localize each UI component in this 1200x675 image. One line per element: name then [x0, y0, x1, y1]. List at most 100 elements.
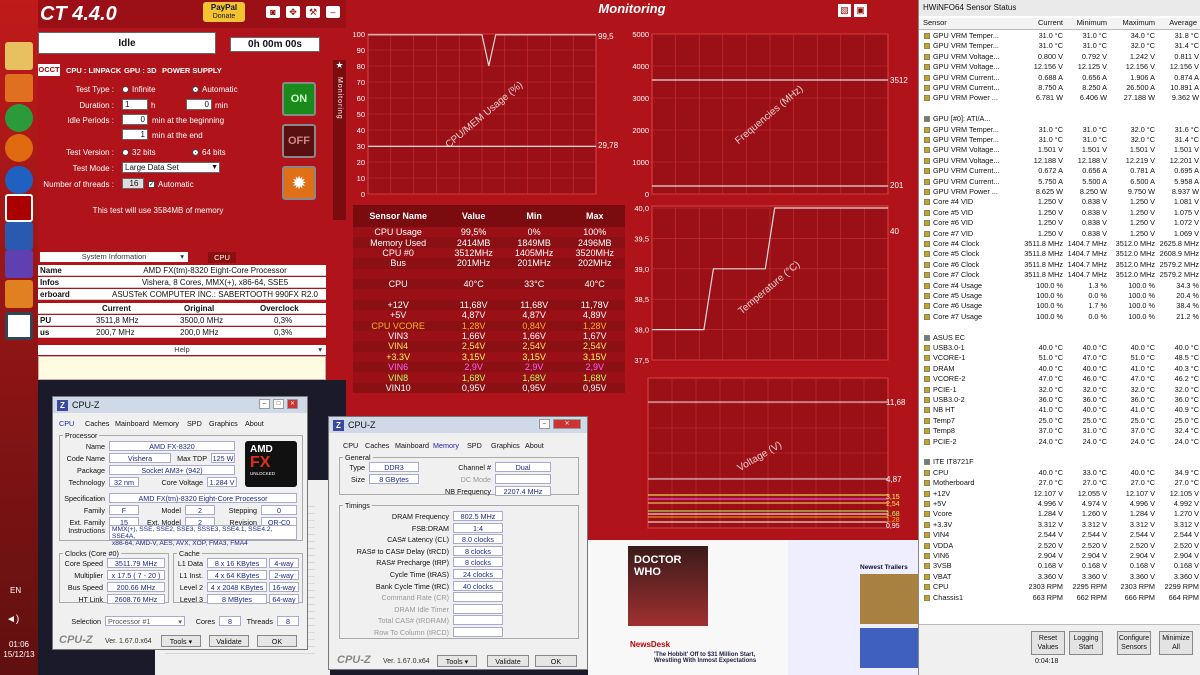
sensor-row[interactable]: +3.3V 3.312 V 3.312 V 3.312 V 3.312 V: [919, 520, 1200, 530]
sensor-row[interactable]: GPU VRM Temper... 31.0 °C 31.0 °C 32.0 °C 31…: [919, 125, 1200, 135]
test-mode-select[interactable]: Large Data Set ▼: [122, 162, 220, 173]
sensor-row[interactable]: GPU VRM Temper... 31.0 °C 31.0 °C 32.0 °C 31…: [919, 41, 1200, 51]
sensor-row[interactable]: GPU VRM Power ... 8.625 W 8.250 W 9.750 W 8.…: [919, 187, 1200, 197]
sensor-row[interactable]: USB3.0-1 40.0 °C 40.0 °C 40.0 °C 40.0 °C: [919, 343, 1200, 353]
col-minimum[interactable]: Minimum: [1065, 18, 1107, 27]
sensor-row[interactable]: VIN6 2.904 V 2.904 V 2.904 V 2.904 V: [919, 551, 1200, 561]
tab-memory[interactable]: Memory: [153, 419, 179, 428]
window-taskbar-icon[interactable]: [5, 312, 33, 340]
validate-button[interactable]: Validate: [209, 635, 249, 647]
sensor-row[interactable]: VDDA 2.520 V 2.520 V 2.520 V 2.520 V: [919, 541, 1200, 551]
cpuz-taskbar-icon[interactable]: [5, 250, 33, 278]
off-button[interactable]: OFF: [282, 124, 316, 158]
tab-mainboard[interactable]: Mainboard: [395, 441, 429, 450]
close-button[interactable]: ✕: [287, 399, 298, 409]
sensor-row[interactable]: [919, 322, 1200, 332]
sensor-row[interactable]: USB3.0-2 36.0 °C 36.0 °C 36.0 °C 36.0 °C: [919, 395, 1200, 405]
minimize-icon[interactable]: –: [326, 6, 340, 18]
tab-gpu-3d[interactable]: GPU : 3D: [124, 66, 157, 75]
processor-select[interactable]: Processor #1 ▾: [105, 616, 185, 626]
sensor-row[interactable]: Core #5 Usage 100.0 % 0.0 % 100.0 % 20.4 %: [919, 291, 1200, 301]
sensor-row[interactable]: GPU VRM Temper... 31.0 °C 31.0 °C 32.0 °C 31…: [919, 135, 1200, 145]
sensor-row[interactable]: GPU VRM Voltage... 12.156 V 12.125 V 12.156…: [919, 62, 1200, 72]
radio-64bits[interactable]: 64 bits: [192, 148, 226, 157]
close-button[interactable]: ✕: [553, 419, 581, 429]
threads-auto-checkbox[interactable]: ✓ Automatic: [148, 180, 194, 189]
sensor-row[interactable]: Core #6 Usage 100.0 % 1.7 % 100.0 % 38.4 %: [919, 301, 1200, 311]
app-taskbar-icon[interactable]: [5, 280, 33, 308]
reset-values-button[interactable]: Reset Values: [1031, 631, 1065, 655]
minimize-button[interactable]: –: [539, 419, 550, 429]
idle-end-input[interactable]: 1: [122, 129, 148, 140]
settings-gear-icon[interactable]: ✹: [282, 166, 316, 200]
sensor-row[interactable]: Temp8 37.0 °C 31.0 °C 37.0 °C 32.4 °C: [919, 426, 1200, 436]
duration-hours-input[interactable]: 1: [122, 99, 148, 110]
news-headline[interactable]: 'The Hobbit' Off to $31 Million Start, W…: [654, 652, 784, 664]
volume-icon[interactable]: ◄): [6, 614, 19, 625]
sensor-row[interactable]: CPU 2303 RPM 2295 RPM 2303 RPM 2299 RPM: [919, 582, 1200, 592]
sensor-row[interactable]: +5V 4.996 V 4.974 V 4.996 V 4.992 V: [919, 499, 1200, 509]
firefox-icon[interactable]: [5, 134, 33, 162]
col-sensor[interactable]: Sensor: [923, 18, 947, 27]
sensor-row[interactable]: Core #5 Clock 3511.8 MHz 1404.7 MHz 3512.0 …: [919, 249, 1200, 259]
configure-sensors-button[interactable]: Configure Sensors: [1117, 631, 1151, 655]
sensor-row[interactable]: Core #4 Clock 3511.8 MHz 1404.7 MHz 3512.0 …: [919, 239, 1200, 249]
radio-32bits[interactable]: 32 bits: [122, 148, 156, 157]
threads-input[interactable]: 16: [122, 178, 144, 189]
occt-taskbar-icon[interactable]: [5, 194, 33, 222]
sensor-row[interactable]: Core #7 Usage 100.0 % 0.0 % 100.0 % 21.2 %: [919, 312, 1200, 322]
tab-cpu[interactable]: CPU: [343, 441, 358, 450]
sensor-row[interactable]: GPU VRM Current... 0.688 A 0.656 A 1.906 A 0…: [919, 73, 1200, 83]
sensor-row[interactable]: [919, 447, 1200, 457]
sensor-row[interactable]: Core #6 Clock 3511.8 MHz 1404.7 MHz 3512.0 …: [919, 260, 1200, 270]
chart-view-icon[interactable]: ▧: [838, 4, 851, 17]
tab-spd[interactable]: SPD: [187, 419, 202, 428]
sensor-row[interactable]: VCORE-2 47.0 °C 46.0 °C 47.0 °C 46.2 °C: [919, 374, 1200, 384]
sensor-row[interactable]: Core #7 Clock 3511.8 MHz 1404.7 MHz 3512.0 …: [919, 270, 1200, 280]
sensor-row[interactable]: GPU VRM Current... 8.750 A 8.250 A 26.500 A…: [919, 83, 1200, 93]
logging-start-button[interactable]: Logging Start: [1069, 631, 1103, 655]
tab-graphics[interactable]: Graphics: [491, 441, 520, 450]
tab-spd[interactable]: SPD: [467, 441, 482, 450]
trailer-thumbnail[interactable]: [860, 628, 918, 668]
tab-power-supply[interactable]: POWER SUPPLY: [162, 66, 222, 75]
system-clock[interactable]: 01:06 15/12/13: [0, 640, 38, 660]
col-current[interactable]: Current: [1023, 18, 1063, 27]
sensor-row[interactable]: GPU VRM Voltage... 1.501 V 1.501 V 1.501 V 1…: [919, 145, 1200, 155]
sensor-row[interactable]: Vcore 1.284 V 1.260 V 1.284 V 1.270 V: [919, 509, 1200, 519]
col-average[interactable]: Average: [1157, 18, 1197, 27]
sensor-row[interactable]: 3VSB 0.168 V 0.168 V 0.168 V 0.168 V: [919, 561, 1200, 571]
language-indicator[interactable]: EN: [10, 586, 21, 595]
sensor-row[interactable]: Motherboard 27.0 °C 27.0 °C 27.0 °C 27.0 °C: [919, 478, 1200, 488]
sensor-group-header[interactable]: ASUS EC: [919, 333, 1200, 343]
move-icon[interactable]: ✥: [286, 6, 300, 18]
tab-mainboard[interactable]: Mainboard: [115, 419, 149, 428]
help-header[interactable]: Help ▾: [38, 345, 326, 355]
sensor-row[interactable]: [919, 104, 1200, 114]
tab-graphics[interactable]: Graphics: [209, 419, 238, 428]
sensor-row[interactable]: GPU VRM Power ... 6.781 W 6.406 W 27.188 W 9…: [919, 93, 1200, 103]
tools-button[interactable]: Tools ▾: [161, 635, 201, 647]
tab-about[interactable]: About: [245, 419, 264, 428]
sensor-row[interactable]: DRAM 40.0 °C 40.0 °C 41.0 °C 40.3 °C: [919, 364, 1200, 374]
tab-caches[interactable]: Caches: [365, 441, 389, 450]
sensor-row[interactable]: Core #4 Usage 100.0 % 1.3 % 100.0 % 34.3 %: [919, 281, 1200, 291]
sensor-row[interactable]: VIN4 2.544 V 2.544 V 2.544 V 2.544 V: [919, 530, 1200, 540]
paypal-donate-button[interactable]: PayPal Donate: [203, 2, 245, 22]
ok-button[interactable]: OK: [257, 635, 297, 647]
tab-about[interactable]: About: [525, 441, 544, 450]
duration-minutes-input[interactable]: 0: [186, 99, 212, 110]
media-player-icon[interactable]: [5, 74, 33, 102]
sensor-row[interactable]: GPU VRM Voltage... 0.800 V 0.792 V 1.242 V 0…: [919, 52, 1200, 62]
sensor-row[interactable]: +12V 12.107 V 12.055 V 12.107 V 12.105 V: [919, 489, 1200, 499]
tab-cpu[interactable]: CPU: [59, 419, 74, 428]
settings-icon[interactable]: ⚒: [306, 6, 320, 18]
hwinfo-taskbar-icon[interactable]: [5, 222, 33, 250]
tools-button[interactable]: Tools ▾: [437, 655, 477, 667]
explorer-icon[interactable]: [5, 42, 33, 70]
maximize-button[interactable]: □: [273, 399, 284, 409]
tab-cpu-linpack[interactable]: CPU : LINPACK: [66, 66, 121, 75]
sensor-row[interactable]: Chassis1 663 RPM 662 RPM 666 RPM 664 RPM: [919, 593, 1200, 603]
sensor-row[interactable]: CPU 40.0 °C 33.0 °C 40.0 °C 34.9 °C: [919, 468, 1200, 478]
col-maximum[interactable]: Maximum: [1111, 18, 1155, 27]
